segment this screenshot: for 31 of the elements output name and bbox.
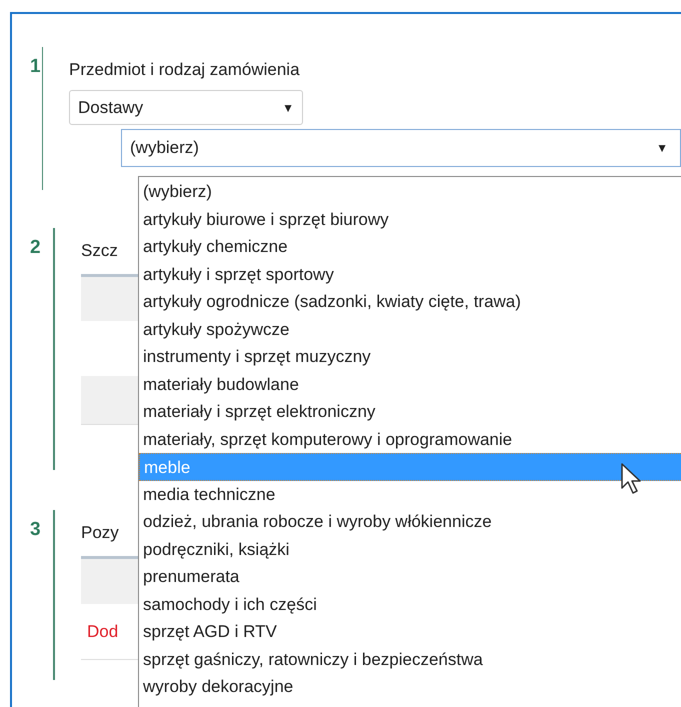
dropdown-option[interactable]: artykuły chemiczne (139, 233, 681, 260)
dropdown-option[interactable]: materiały, sprzęt komputerowy i oprogramowanie (139, 426, 681, 453)
dropdown-option[interactable]: podręczniki, książki (139, 536, 681, 563)
dropdown-option[interactable]: materiały budowlane (139, 370, 681, 398)
step-number: 2 (30, 236, 42, 260)
select-value: (wybierz) (130, 137, 199, 160)
category-select[interactable]: (wybierz) ▼ (121, 129, 681, 167)
dropdown-arrow-icon: ▼ (656, 139, 668, 157)
dropdown-option[interactable]: artykuły ogrodnicze (sadzonki, kwiaty cięte, trawa) (139, 288, 681, 316)
select-value: Dostawy (78, 96, 144, 119)
dropdown-option[interactable]: samochody i ich części (139, 590, 681, 618)
dropdown-option[interactable]: artykuły biurowe i sprzęt biurowy (139, 206, 681, 233)
step-number: 3 (30, 518, 42, 542)
dropdown-option[interactable]: instrumenty i sprzęt muzyczny (139, 343, 681, 370)
dropdown-arrow-icon: ▼ (282, 98, 294, 116)
dropdown-option[interactable]: (wybierz) (139, 178, 681, 206)
dropdown-option[interactable]: sprzęt AGD i RTV (139, 618, 681, 646)
section-title: Przedmiot i rodzaj zamówienia (69, 59, 300, 81)
dropdown-option[interactable]: sprzęt gaśniczy, ratowniczy i bezpieczeństwa (139, 646, 681, 673)
dropdown-option[interactable]: artykuły i sprzęt sportowy (139, 260, 681, 288)
dropdown-option[interactable]: odzież, ubrania robocze i wyroby włókiennicze (139, 508, 681, 536)
section-title: Szcz (81, 240, 118, 262)
dropdown-option[interactable]: media techniczne (139, 480, 681, 508)
section-title: Pozy (81, 522, 119, 544)
step-number: 1 (30, 55, 42, 79)
dropdown-option[interactable]: artykuły spożywcze (139, 316, 681, 343)
order-type-select[interactable]: Dostawy ▼ (69, 90, 303, 125)
dropdown-option[interactable]: materiały i sprzęt elektroniczny (139, 398, 681, 426)
dropdown-option[interactable]: wyroby dekoracyjne (139, 673, 681, 700)
add-link[interactable]: Dod (87, 618, 118, 644)
dropdown-option[interactable]: prenumerata (139, 563, 681, 590)
